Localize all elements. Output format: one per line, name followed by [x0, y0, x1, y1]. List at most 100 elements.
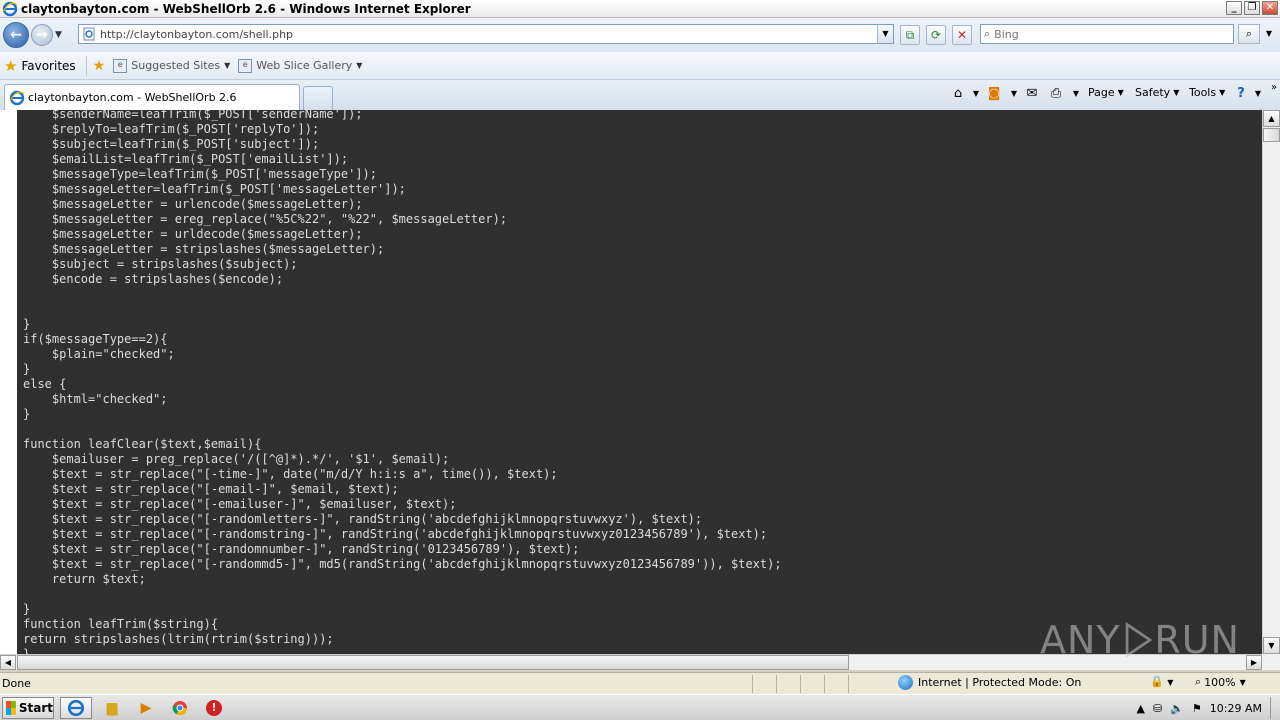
code-line: } [23, 647, 31, 654]
read-mail-icon[interactable]: ✉ [1024, 86, 1040, 102]
code-line: $text = str_replace("[-time-]", date("m/… [23, 467, 558, 481]
page-menu[interactable]: Page ▼ [1088, 86, 1124, 99]
start-button[interactable]: Start [2, 696, 54, 719]
feeds-icon[interactable]: ◙ [986, 86, 1002, 102]
home-icon[interactable]: ⌂ [950, 86, 966, 102]
taskbar-security-app[interactable]: ! [200, 697, 228, 719]
watermark-left-text: ANY [1040, 618, 1121, 662]
new-tab-button[interactable] [303, 86, 333, 110]
show-desktop-button[interactable] [1270, 697, 1280, 719]
status-bar: Done Internet | Protected Mode: On 🔒 ▼ ⌕… [0, 672, 1280, 694]
security-zone-label: Internet | Protected Mode: On [918, 676, 1082, 689]
search-input[interactable] [994, 27, 1215, 41]
address-dropdown-button[interactable]: ▼ [877, 25, 893, 43]
web-slice-icon: e [238, 58, 253, 73]
security-zone[interactable]: Internet | Protected Mode: On [898, 675, 1081, 690]
forward-arrow-icon: → [36, 27, 48, 43]
web-slice-gallery-link[interactable]: e Web Slice Gallery ▼ [238, 58, 362, 73]
back-arrow-icon: ← [10, 27, 22, 43]
tools-menu[interactable]: Tools ▼ [1189, 86, 1225, 99]
code-line: $text = str_replace("[-randommd5-]", md5… [23, 557, 782, 571]
safety-menu[interactable]: Safety ▼ [1135, 86, 1179, 99]
taskbar-file-explorer[interactable]: ▆ [98, 697, 126, 719]
add-to-favorites-bar-icon[interactable]: ★ [93, 58, 106, 74]
vertical-scroll-thumb[interactable] [1263, 128, 1280, 142]
suggested-sites-link[interactable]: e Suggested Sites ▼ [113, 58, 230, 73]
stop-icon: ✕ [956, 28, 968, 42]
taskbar-chrome[interactable] [166, 697, 194, 719]
search-button[interactable]: ⌕ [1238, 24, 1260, 44]
favorites-label: Favorites [21, 58, 76, 73]
compatibility-view-button[interactable]: ⧉ [900, 25, 920, 45]
page-icon [83, 27, 95, 41]
scroll-right-button[interactable]: ▶ [1246, 655, 1262, 670]
code-line: $text = str_replace("[-randomnumber-]", … [23, 542, 580, 556]
internet-explorer-icon [2, 1, 18, 16]
protected-mode-settings[interactable]: 🔒 ▼ [1150, 675, 1173, 688]
recent-pages-dropdown[interactable]: ▼ [55, 30, 65, 40]
code-line: $text = str_replace("[-randomstring-]", … [23, 527, 768, 541]
code-line: $encode = stripslashes($encode); [23, 272, 284, 286]
address-bar[interactable]: http://claytonbayton.com/shell.php ▼ [78, 24, 894, 44]
tools-menu-label: Tools [1189, 86, 1217, 99]
chevron-down-icon[interactable]: ▼ [1250, 86, 1266, 102]
chevron-down-icon[interactable]: ▼ [968, 86, 984, 102]
stop-button[interactable]: ✕ [952, 25, 972, 45]
vertical-scrollbar[interactable]: ▲ ▼ [1262, 110, 1280, 654]
tab-active[interactable]: claytonbayton.com - WebShellOrb 2.6 [4, 84, 300, 110]
status-cell [848, 674, 872, 693]
horizontal-scroll-thumb[interactable] [17, 655, 849, 670]
chrome-icon [172, 700, 187, 715]
forward-button[interactable]: → [31, 24, 53, 46]
more-commands-chevron-icon[interactable]: » [1266, 80, 1280, 96]
volume-icon[interactable]: 🔈 [1170, 702, 1184, 715]
print-icon[interactable]: ⎙ [1048, 86, 1064, 102]
restore-button[interactable]: ❐ [1244, 1, 1260, 15]
code-line: function leafClear($text,$email){ [23, 437, 262, 451]
refresh-button[interactable]: ⟳ [926, 25, 946, 45]
chevron-down-icon: ▼ [1239, 677, 1246, 687]
media-player-icon: ▶ [140, 699, 152, 716]
search-options-dropdown[interactable]: ▼ [1262, 24, 1276, 44]
favorites-button[interactable]: ★ Favorites [4, 57, 76, 75]
globe-icon [898, 675, 913, 690]
code-line: } [23, 602, 31, 616]
search-icon: ⌕ [1245, 27, 1253, 40]
code-line: return $text; [23, 572, 146, 586]
scroll-left-button[interactable]: ◀ [0, 655, 16, 670]
scroll-up-button[interactable]: ▲ [1263, 110, 1280, 127]
chevron-down-icon[interactable]: ▼ [1068, 86, 1084, 102]
help-icon[interactable]: ? [1233, 86, 1249, 102]
code-line: $subject=leafTrim($_POST['subject']); [23, 137, 320, 151]
address-url[interactable]: http://claytonbayton.com/shell.php [100, 28, 293, 41]
show-hidden-icons-icon[interactable]: ▲ [1137, 702, 1145, 715]
chevron-down-icon: ▼ [1167, 678, 1174, 687]
taskbar-media-player[interactable]: ▶ [132, 697, 160, 719]
taskbar: Start ▆ ▶ ! ▲ ⛁ 🔈 ⚑ 10:29 AM [0, 694, 1280, 720]
zoom-level-button[interactable]: ⌕ 100% ▼ [1195, 675, 1246, 689]
code-line: $text = str_replace("[-emailuser-]", $em… [23, 497, 457, 511]
title-bar: claytonbayton.com - WebShellOrb 2.6 - Wi… [0, 0, 1280, 18]
code-line: } [23, 407, 31, 421]
minimize-button[interactable]: _ [1226, 1, 1242, 15]
search-provider-icon: ⌕ [984, 27, 991, 40]
action-center-flag-icon[interactable]: ⚑ [1192, 702, 1202, 715]
zoom-level: 100% [1204, 675, 1236, 689]
tab-title: claytonbayton.com - WebShellOrb 2.6 [28, 91, 237, 104]
chevron-down-icon[interactable]: ▼ [1006, 86, 1022, 102]
code-line: if($messageType==2){ [23, 332, 168, 346]
status-text: Done [2, 677, 31, 690]
start-label: Start [18, 700, 53, 715]
close-button[interactable]: ✕ [1262, 1, 1278, 15]
clock[interactable]: 10:29 AM [1210, 702, 1262, 715]
chevron-down-icon: ▼ [1117, 88, 1124, 97]
code-line: $emailuser = preg_replace('/([^@]*).*/',… [23, 452, 450, 466]
scroll-down-button[interactable]: ▼ [1263, 637, 1280, 654]
back-button[interactable]: ← [3, 22, 29, 48]
taskbar-internet-explorer[interactable] [60, 696, 92, 719]
network-icon[interactable]: ⛁ [1153, 702, 1162, 715]
window-title: claytonbayton.com - WebShellOrb 2.6 - Wi… [21, 1, 471, 16]
status-cell [752, 674, 776, 693]
search-box[interactable]: ⌕ [980, 24, 1234, 44]
code-line: return stripslashes(ltrim(rtrim($string)… [23, 632, 334, 646]
